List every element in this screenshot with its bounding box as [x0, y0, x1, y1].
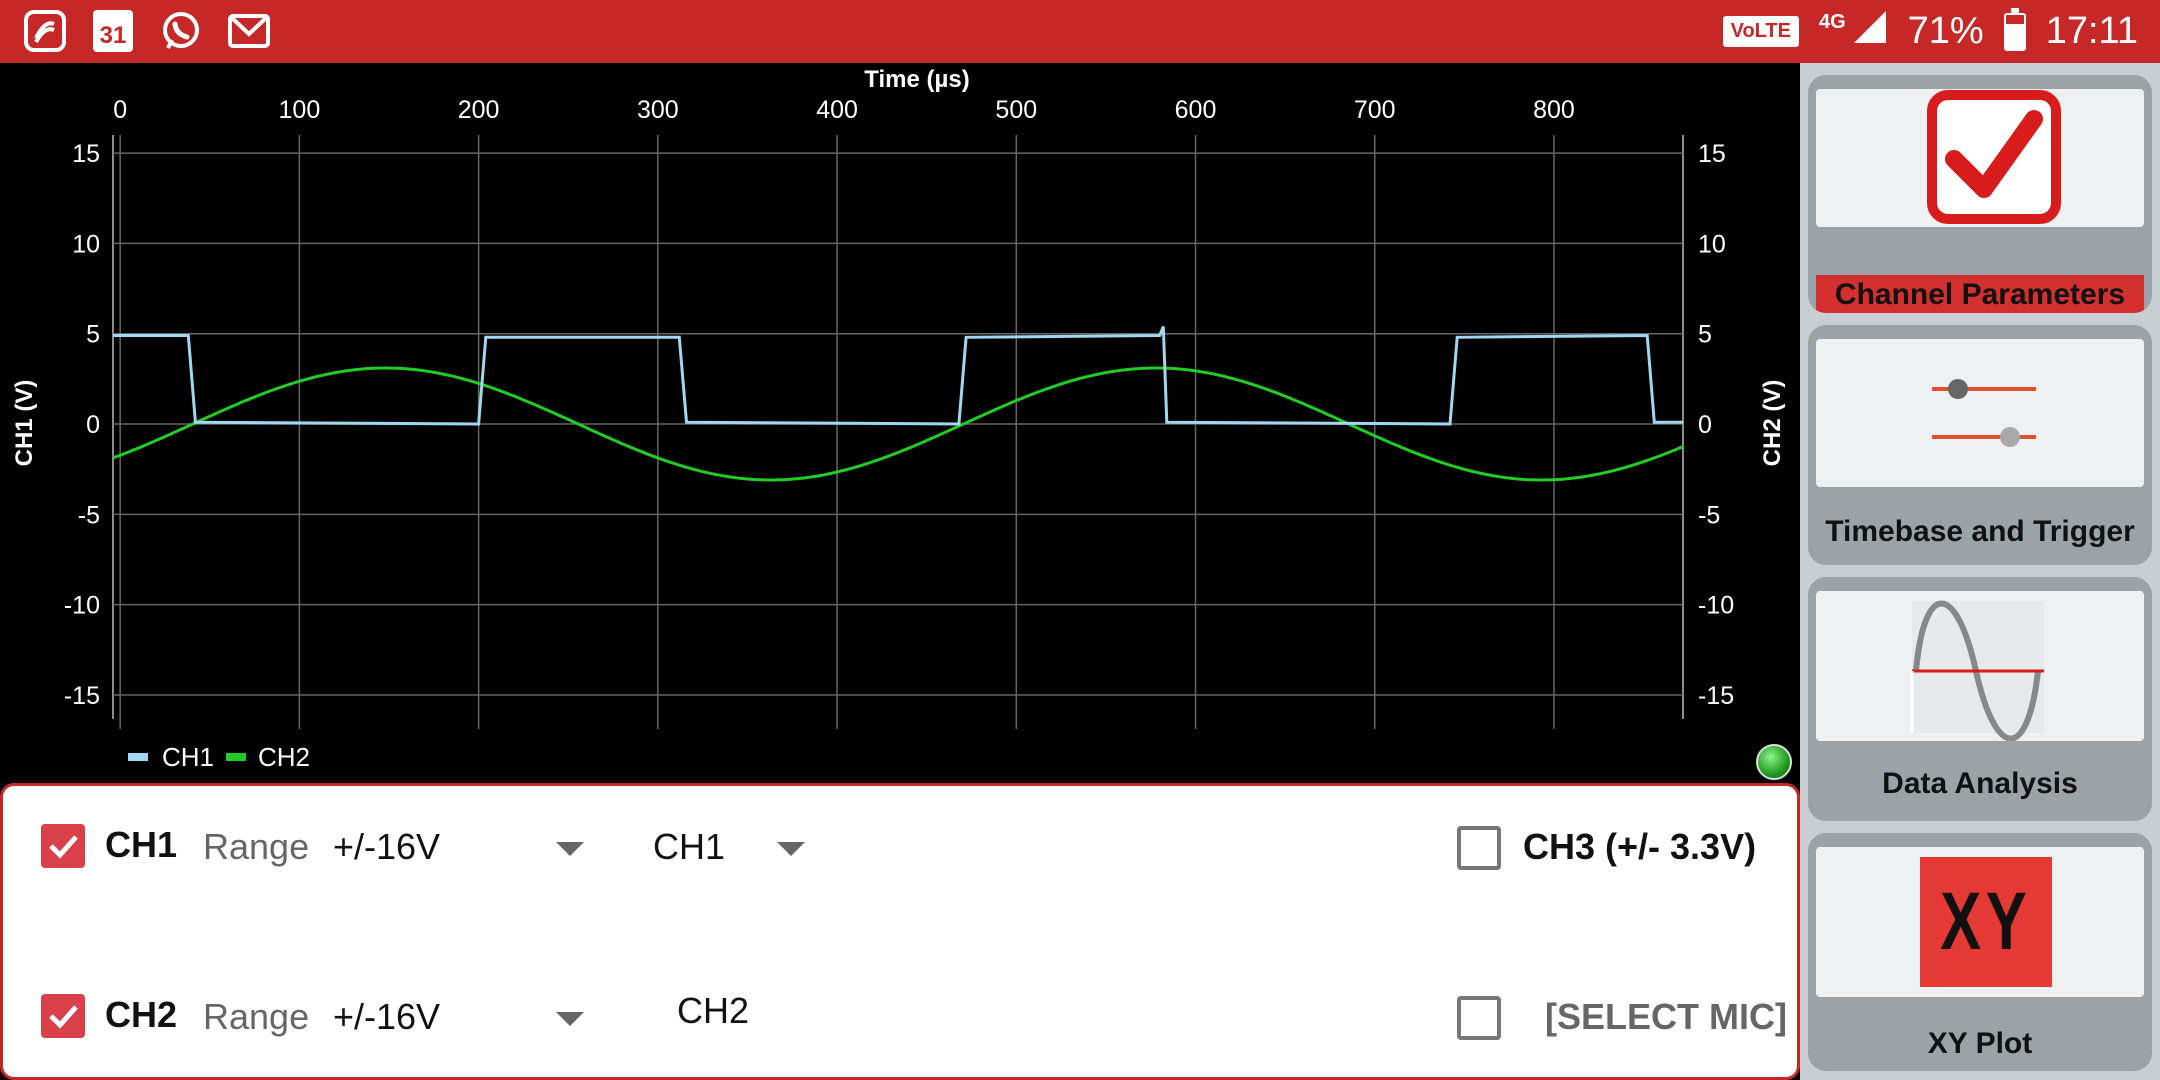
status-led-icon: [1756, 744, 1792, 780]
ch3-checkbox[interactable]: [1457, 826, 1501, 870]
status-bar: 31 VoLTE 4G 71% 17:11: [0, 0, 2160, 63]
ch1-range-dropdown-icon[interactable]: [556, 842, 584, 856]
y-tick-label-right: 0: [1698, 411, 1712, 439]
y-tick-label-left: 0: [86, 411, 100, 439]
chart[interactable]: 0 100 200 300 400 500 600 700 800 15 1510 105 50 0-5…: [0, 63, 1800, 783]
notification-icons: 31: [22, 8, 272, 54]
series-line-ch1: [113, 325, 1683, 426]
card-icon-area: [1816, 89, 2144, 227]
ch2-label: CH2: [105, 994, 178, 1035]
ch2-checkbox[interactable]: [41, 994, 85, 1038]
ch3-label: CH3 (+/- 3.3V): [1523, 826, 1757, 867]
x-tick-label: 600: [1175, 96, 1217, 124]
x-tick-label: 800: [1533, 96, 1575, 124]
calendar-day: 31: [93, 10, 133, 52]
ch2-range-label: Range: [203, 996, 310, 1037]
x-tick-label: 0: [113, 96, 127, 124]
y-tick-label-left: -10: [64, 592, 100, 620]
ch1-range-value[interactable]: +/-16V: [333, 826, 440, 868]
card-icon-area: [1816, 591, 2144, 742]
legend: CH1 CH2: [128, 742, 310, 772]
y2-axis-label: CH2 (V): [1759, 380, 1786, 467]
system-status: VoLTE 4G 71% 17:11: [1722, 0, 2138, 63]
select-mic-label[interactable]: [SELECT MIC]: [1545, 996, 1787, 1038]
channel-parameters-button[interactable]: Channel Parameters: [1808, 75, 2152, 313]
mic-checkbox[interactable]: [1457, 996, 1501, 1040]
y-tick-label-right: 5: [1698, 321, 1712, 349]
xy-icon: XY: [1920, 857, 2052, 987]
ch1-map-dropdown-icon[interactable]: [777, 842, 805, 856]
timebase-trigger-label: Timebase and Trigger: [1825, 515, 2135, 548]
battery-percent: 71%: [1907, 10, 1984, 52]
legend-swatch-ch2: [226, 753, 246, 761]
ch1-map-value[interactable]: CH1: [653, 826, 725, 868]
x-tick-label: 500: [995, 96, 1037, 124]
legend-swatch-ch1: [128, 753, 148, 761]
y-tick-label-right: 10: [1698, 230, 1726, 258]
xy-plot-button[interactable]: XY XY Plot: [1808, 833, 2152, 1071]
gmail-icon: [226, 8, 272, 54]
y-axis-label: CH1 (V): [11, 380, 38, 467]
checkbox-check-icon: [49, 835, 78, 859]
ch2-range-dropdown-icon[interactable]: [556, 1012, 584, 1026]
channel-controls: CH1 Range +/-16V CH1 CH3 (+/- 3.3V) CH2 …: [0, 783, 1800, 1080]
side-panel: Channel Parameters Timebase and Trigger …: [1800, 63, 2160, 1080]
ch1-range-label: Range: [203, 826, 310, 867]
timebase-trigger-button[interactable]: Timebase and Trigger: [1808, 325, 2152, 565]
x-tick-label: 100: [279, 96, 321, 124]
checkmark-icon: [1927, 90, 2061, 224]
x-tick-label: 400: [816, 96, 858, 124]
x-tick-label: 300: [637, 96, 679, 124]
sliders-icon: [1932, 379, 2036, 447]
signal-icon: [1852, 9, 1888, 55]
y-tick-label-left: 5: [86, 321, 100, 349]
y-tick-label-right: -5: [1698, 501, 1720, 529]
card-icon-area: XY: [1816, 847, 2144, 997]
ch2-map-value[interactable]: CH2: [677, 990, 749, 1032]
card-icon-area: [1816, 339, 2144, 487]
calendar-icon: 31: [90, 8, 136, 54]
checkbox-check-icon: [49, 1005, 78, 1029]
y-tick-label-left: -15: [64, 682, 100, 710]
ch2-range-value[interactable]: +/-16V: [333, 996, 440, 1038]
xy-icon-text: XY: [1940, 876, 2032, 967]
y-tick-label-right: -10: [1698, 592, 1734, 620]
legend-label-ch1: CH1: [162, 742, 214, 772]
volte-badge: VoLTE: [1722, 16, 1799, 47]
battery-icon: [2003, 7, 2026, 51]
y-tick-label-right: 15: [1698, 140, 1726, 168]
ch1-checkbox[interactable]: [41, 824, 85, 868]
y-tick-label-right: -15: [1698, 682, 1734, 710]
x-tick-label: 200: [458, 96, 500, 124]
x-tick-label: 700: [1354, 96, 1396, 124]
y-tick-label-left: 15: [72, 140, 100, 168]
legend-label-ch2: CH2: [258, 742, 310, 772]
xy-plot-label: XY Plot: [1927, 1027, 2033, 1060]
clock: 17:11: [2045, 10, 2138, 52]
y-tick-label-left: 10: [72, 230, 100, 258]
network-type: 4G: [1818, 11, 1846, 33]
oscilloscope-plot[interactable]: 0 100 200 300 400 500 600 700 800 15 15 10 10 5 5 0 0 -5…: [0, 63, 1800, 783]
ch1-label: CH1: [105, 824, 178, 865]
x-axis-label: Time (µs): [864, 66, 969, 93]
whatsapp-icon: [158, 8, 204, 54]
saavn-icon: [22, 8, 68, 54]
sine-wave-icon: [1910, 600, 2044, 742]
y-tick-label-left: -5: [78, 501, 100, 529]
data-analysis-button[interactable]: Data Analysis: [1808, 577, 2152, 821]
channel-parameters-label: Channel Parameters: [1834, 278, 2126, 311]
data-analysis-label: Data Analysis: [1882, 767, 2078, 800]
